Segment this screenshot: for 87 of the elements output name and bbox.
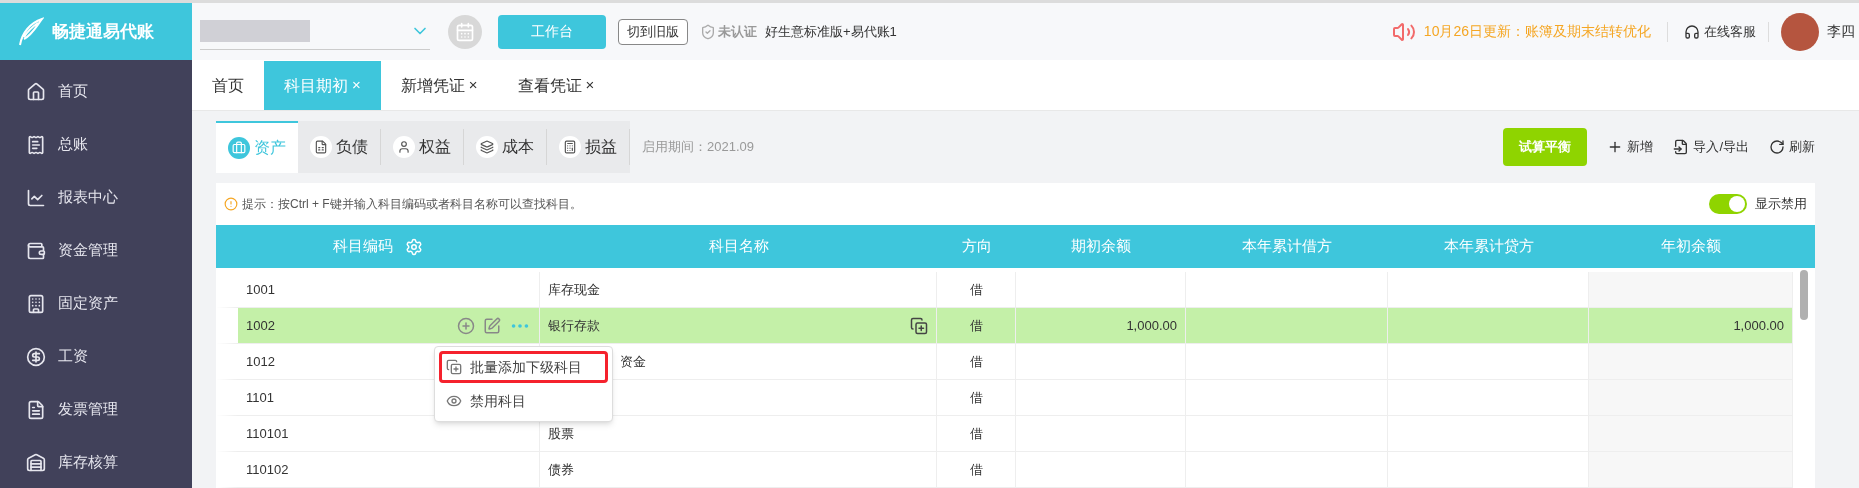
- table-cell-text: 1001: [246, 280, 275, 299]
- menu-item[interactable]: 批量添加下级科目: [439, 351, 608, 383]
- table-cell-text: 借: [969, 460, 983, 479]
- table-cell-text: 银行存款: [548, 316, 600, 335]
- calculator-icon: [559, 136, 581, 158]
- settings-icon[interactable]: [405, 237, 423, 256]
- home-icon: [26, 81, 46, 102]
- table-cell-text: 1,000.00: [1733, 316, 1784, 335]
- category-tab[interactable]: 损益: [547, 129, 630, 165]
- spreadsheet-icon: [310, 136, 332, 158]
- shield-icon: [700, 23, 716, 40]
- table-cell-text: 110102: [246, 460, 289, 479]
- sidebar-item[interactable]: 资金管理: [0, 224, 192, 277]
- hint-text: 提示：按Ctrl + F键并输入科目编码或者科目名称可以查找科目。: [242, 196, 582, 213]
- column-header: 科目名称: [707, 236, 770, 257]
- tab[interactable]: 首页: [192, 61, 264, 110]
- scrollbar-thumb[interactable]: [1800, 270, 1808, 320]
- start-period: 启用期间：2021.09: [642, 138, 754, 157]
- copy-plus-icon[interactable]: [910, 316, 928, 335]
- wallet-icon: [26, 240, 46, 261]
- table-cell-text: 借: [969, 352, 983, 371]
- refresh-button[interactable]: 刷新: [1769, 137, 1815, 157]
- sidebar-item[interactable]: 总账: [0, 118, 192, 171]
- add-button[interactable]: 新增: [1607, 137, 1654, 157]
- sidebar-item[interactable]: 发票管理: [0, 383, 192, 436]
- user-name[interactable]: 李四: [1827, 21, 1855, 42]
- table-cell-text: 110101: [246, 424, 289, 443]
- table-cell-text: 资金: [620, 352, 646, 371]
- table-row[interactable]: 1002 银行存款 借 1,000.00 1,000.00: [216, 308, 1793, 344]
- table-cell-text: 借: [969, 424, 983, 443]
- building-icon: [26, 293, 46, 314]
- warning-icon: [224, 197, 238, 211]
- sidebar-item[interactable]: 工资: [0, 330, 192, 383]
- edition-label: 好生意标准版+易代账1: [765, 22, 897, 41]
- toggle-label: 显示禁用: [1755, 195, 1807, 214]
- user-icon: [393, 136, 415, 158]
- column-header: 科目编码: [216, 225, 540, 268]
- certification-status: 未认证: [718, 22, 757, 41]
- table-cell-text: 借: [969, 280, 983, 299]
- add-circle-icon[interactable]: [457, 316, 475, 335]
- table-cell-text: 1012: [246, 352, 275, 371]
- edit-icon[interactable]: [483, 316, 501, 335]
- table-cell-text: 库存现金: [548, 280, 600, 299]
- receipt-icon: [26, 134, 46, 155]
- toggle-switch[interactable]: [1709, 194, 1747, 214]
- sidebar-item[interactable]: 库存核算: [0, 436, 192, 488]
- category-tab[interactable]: 负债: [298, 129, 381, 165]
- table-cell-text: 1101: [246, 388, 274, 407]
- file-import-icon: [1673, 139, 1690, 155]
- chart-icon: [26, 187, 46, 208]
- category-tab[interactable]: 成本: [464, 129, 547, 165]
- avatar[interactable]: [1781, 12, 1819, 51]
- category-tab[interactable]: 权益: [381, 129, 464, 165]
- sidebar-item[interactable]: 首页: [0, 65, 192, 118]
- table-cell-text: 借: [969, 388, 983, 407]
- support-link[interactable]: 在线客服: [1704, 21, 1756, 42]
- column-header: 年初余额: [1660, 236, 1722, 257]
- column-header: 期初余额: [1070, 236, 1132, 257]
- calendar-icon[interactable]: [448, 14, 482, 49]
- column-header: 本年累计借方: [1241, 236, 1333, 257]
- table-cell-text: 债券: [548, 460, 574, 479]
- sidebar-item[interactable]: 固定资产: [0, 277, 192, 330]
- tab[interactable]: 新增凭证 ×: [380, 61, 498, 110]
- tab[interactable]: 查看凭证 ×: [497, 61, 615, 110]
- warehouse-icon: [26, 452, 46, 473]
- import-export-button[interactable]: 导入/导出: [1673, 137, 1749, 157]
- document-icon: [26, 399, 46, 420]
- feather-logo-icon: [16, 16, 44, 47]
- copy-plus-icon: [446, 359, 462, 375]
- eye-icon: [446, 393, 462, 409]
- table-cell-text: 借: [969, 316, 983, 335]
- sidebar-item[interactable]: 报表中心: [0, 171, 192, 224]
- old-version-button[interactable]: 切到旧版: [618, 18, 688, 45]
- coin-icon: [26, 346, 46, 367]
- close-icon[interactable]: ×: [585, 74, 595, 97]
- layers-icon: [476, 136, 498, 158]
- briefcase-icon: [228, 137, 250, 159]
- headset-icon: [1684, 23, 1700, 40]
- column-header: 方向: [960, 236, 993, 257]
- table-cell-text: 1002: [246, 316, 275, 335]
- table-cell-text: 1,000.00: [1126, 316, 1177, 335]
- column-header: 本年累计贷方: [1442, 236, 1535, 257]
- close-icon[interactable]: ×: [468, 74, 478, 97]
- table-cell-text: 股票: [548, 424, 574, 443]
- menu-item[interactable]: 禁用科目: [439, 385, 608, 417]
- logo-text: 畅捷通易代账: [52, 20, 154, 43]
- refresh-icon: [1769, 139, 1785, 155]
